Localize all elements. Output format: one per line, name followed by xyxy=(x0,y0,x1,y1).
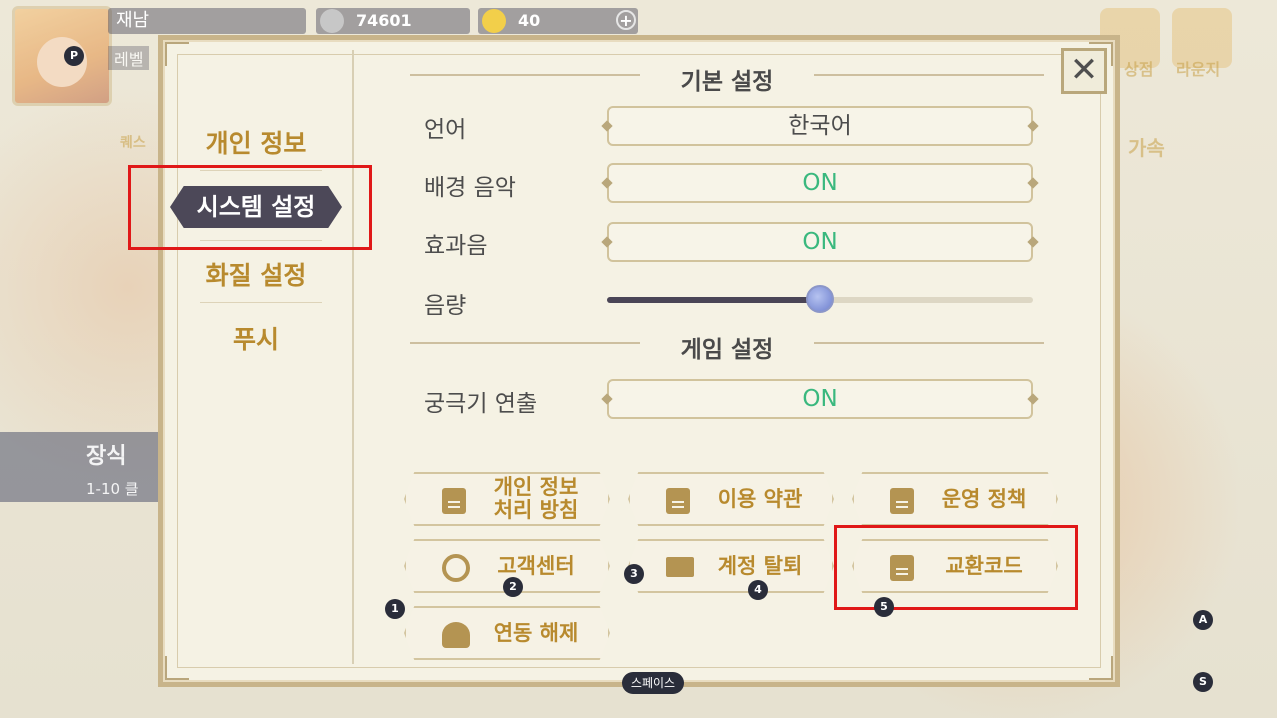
shop-label: 상점 xyxy=(1124,60,1154,79)
shortcut-badge-space: 스페이스 xyxy=(622,672,684,694)
withdraw-account-button[interactable]: 계정 탈퇴 xyxy=(628,539,834,593)
game-settings-title: 게임 설정 xyxy=(680,337,774,363)
corner-ornament xyxy=(1089,656,1113,680)
tab-push[interactable]: 푸시 xyxy=(168,320,344,356)
tab-personal-info[interactable]: 개인 정보 xyxy=(168,124,344,160)
language-label: 언어 xyxy=(424,117,467,143)
shortcut-badge-4: 4 xyxy=(748,580,768,600)
basic-settings-title: 기본 설정 xyxy=(680,69,774,95)
volume-slider-handle[interactable] xyxy=(806,285,834,313)
tab-graphics-settings[interactable]: 화질 설정 xyxy=(168,256,344,292)
unlink-account-button[interactable]: 연동 해제 xyxy=(404,606,610,660)
nav-separator xyxy=(200,302,322,303)
close-button[interactable]: ✕ xyxy=(1061,48,1107,94)
shortcut-badge-2: 2 xyxy=(503,577,523,597)
silver-amount: 74601 xyxy=(356,11,412,30)
document-icon xyxy=(890,488,914,514)
decoration-panel[interactable]: 장식 1-10 클 xyxy=(0,432,160,502)
decoration-title: 장식 xyxy=(86,444,127,469)
customer-center-label: 고객센터 xyxy=(497,553,575,578)
bgm-toggle[interactable]: ON xyxy=(601,163,1039,203)
quest-label: 퀘스 xyxy=(120,135,146,151)
decoration-subtitle: 1-10 클 xyxy=(86,480,139,498)
policy-label: 운영 정책 xyxy=(941,486,1027,511)
terms-button[interactable]: 이용 약관 xyxy=(628,472,834,526)
language-value: 한국어 xyxy=(788,113,852,139)
player-avatar[interactable] xyxy=(12,6,112,106)
silver-currency: 74601 xyxy=(316,8,470,34)
privacy-policy-label-line1: 개인 정보 xyxy=(493,475,579,499)
policy-button[interactable]: 운영 정책 xyxy=(852,472,1058,526)
document-icon xyxy=(666,488,690,514)
volume-slider-fill xyxy=(607,297,820,303)
highlight-box-system-tab xyxy=(128,165,372,250)
bgm-label: 배경 음악 xyxy=(424,175,516,201)
silver-coin-icon xyxy=(320,9,344,33)
sfx-label: 효과음 xyxy=(424,233,488,259)
gold-coin-icon xyxy=(482,9,506,33)
volume-label: 음량 xyxy=(424,293,467,319)
shortcut-badge-s: S xyxy=(1193,672,1213,692)
player-level-label: 레벨 xyxy=(108,46,150,70)
person-icon xyxy=(442,622,470,648)
headset-icon xyxy=(442,554,470,582)
unlink-account-label: 연동 해제 xyxy=(493,620,579,645)
shortcut-badge-a: A xyxy=(1193,610,1213,630)
gold-amount: 40 xyxy=(518,11,541,30)
privacy-policy-button[interactable]: 개인 정보 처리 방침 xyxy=(404,472,610,526)
shortcut-badge-5: 5 xyxy=(874,597,894,617)
ultimate-label: 궁극기 연출 xyxy=(424,391,538,417)
player-name: 재남 xyxy=(108,8,306,34)
language-select[interactable]: 한국어 xyxy=(601,106,1039,146)
bgm-value: ON xyxy=(802,170,838,196)
lounge-label: 라운지 xyxy=(1176,60,1221,79)
sfx-value: ON xyxy=(802,229,838,255)
add-gold-icon[interactable]: + xyxy=(616,10,636,30)
highlight-box-exchange-code xyxy=(834,525,1078,610)
monitor-icon xyxy=(666,557,694,577)
shortcut-badge-p: P xyxy=(64,46,84,66)
sidebar-divider xyxy=(352,50,354,664)
speed-label: 가속 xyxy=(1128,136,1165,160)
privacy-policy-label: 개인 정보 처리 방침 xyxy=(482,474,590,524)
ultimate-toggle[interactable]: ON xyxy=(601,379,1039,419)
corner-ornament xyxy=(165,656,189,680)
terms-label: 이용 약관 xyxy=(717,486,803,511)
corner-ornament xyxy=(165,42,189,66)
privacy-policy-label-line2: 처리 방침 xyxy=(493,498,579,522)
shortcut-badge-3: 3 xyxy=(624,564,644,584)
shortcut-badge-1: 1 xyxy=(385,599,405,619)
gold-currency: 40 + xyxy=(478,8,638,34)
document-icon xyxy=(442,488,466,514)
sfx-toggle[interactable]: ON xyxy=(601,222,1039,262)
ultimate-value: ON xyxy=(802,386,838,412)
volume-slider[interactable] xyxy=(607,285,1033,313)
